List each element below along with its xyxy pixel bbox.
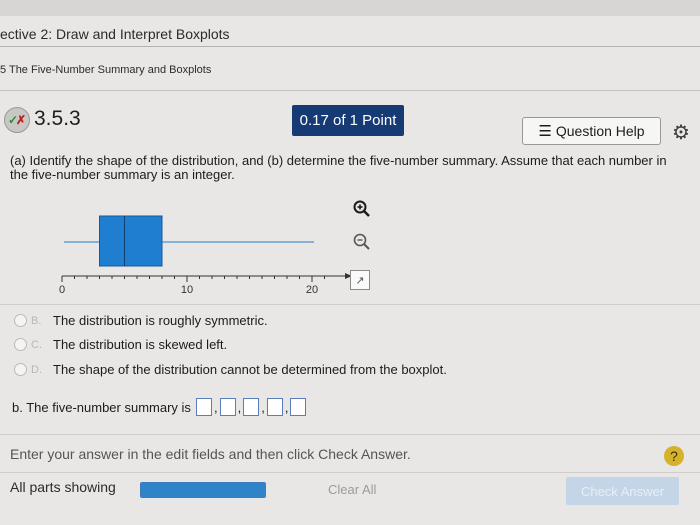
progress-bar	[140, 482, 266, 498]
divider	[0, 90, 700, 91]
separator: ,	[261, 399, 265, 415]
part-b-label: b. The five-number summary is	[12, 399, 191, 415]
clear-all-button[interactable]: Clear All	[328, 482, 376, 497]
radio-button[interactable]	[14, 338, 27, 351]
gear-icon[interactable]: ⚙	[672, 120, 690, 145]
answer-field-5[interactable]	[290, 398, 307, 416]
parts-showing-label: All parts showing	[10, 479, 116, 495]
partial-credit-icon: ✓ ✗	[4, 107, 30, 133]
five-number-summary: b. The five-number summary is , , , ,	[12, 398, 307, 416]
question-help-button[interactable]: ☰ Question Help	[522, 117, 661, 145]
option-text: The distribution is roughly symmetric.	[53, 313, 268, 328]
progress-fill	[141, 483, 265, 497]
zoom-in-icon[interactable]	[352, 199, 372, 219]
x-icon: ✗	[16, 113, 27, 127]
zoom-out-icon[interactable]	[352, 232, 372, 252]
separator: ,	[284, 399, 289, 415]
radio-button[interactable]	[14, 363, 27, 376]
section-title: 5 The Five-Number Summary and Boxplots	[0, 64, 212, 76]
tick-label: 0	[59, 284, 65, 296]
option-text: The distribution is skewed left.	[53, 337, 228, 352]
answer-field-1[interactable]	[195, 398, 212, 416]
radio-button[interactable]	[14, 314, 27, 327]
option-d[interactable]: D. The shape of the distribution cannot …	[14, 362, 447, 377]
divider	[0, 434, 700, 435]
question-help-label: Question Help	[555, 123, 645, 139]
option-b[interactable]: B. The distribution is roughly symmetric…	[14, 313, 268, 328]
instruction-text: Enter your answer in the edit fields and…	[10, 446, 411, 462]
menu-lines-icon: ☰	[538, 123, 552, 140]
question-number: 3.5.3	[34, 107, 81, 130]
points-badge: 0.17 of 1 Point	[292, 105, 404, 136]
option-letter: B.	[31, 314, 42, 327]
check-answer-button[interactable]: Check Answer	[566, 477, 679, 505]
top-header-strip	[0, 0, 700, 16]
divider	[0, 472, 700, 473]
popout-icon[interactable]: ↗	[350, 270, 370, 290]
answer-field-3[interactable]	[243, 398, 260, 416]
option-letter: D.	[31, 363, 42, 376]
separator: ,	[237, 399, 242, 415]
objective-title: ective 2: Draw and Interpret Boxplots	[0, 26, 230, 42]
option-text: The shape of the distribution cannot be …	[53, 362, 447, 377]
prompt-line-1: (a) Identify the shape of the distributi…	[10, 153, 667, 168]
prompt-line-2: the five-number summary is an integer.	[10, 167, 235, 182]
separator: ,	[213, 399, 218, 415]
boxplot-chart: 0 10 20	[59, 215, 352, 296]
divider	[0, 46, 700, 47]
divider	[0, 304, 700, 305]
option-c[interactable]: C. The distribution is skewed left.	[14, 337, 227, 352]
option-letter: C.	[31, 338, 42, 351]
help-icon[interactable]: ?	[664, 446, 684, 466]
answer-field-2[interactable]	[219, 398, 236, 416]
question-prompt: (a) Identify the shape of the distributi…	[10, 154, 690, 182]
tick-label: 20	[306, 284, 318, 296]
answer-field-4[interactable]	[266, 398, 283, 416]
box-iqr	[99, 215, 163, 267]
tick-label: 10	[181, 284, 193, 296]
